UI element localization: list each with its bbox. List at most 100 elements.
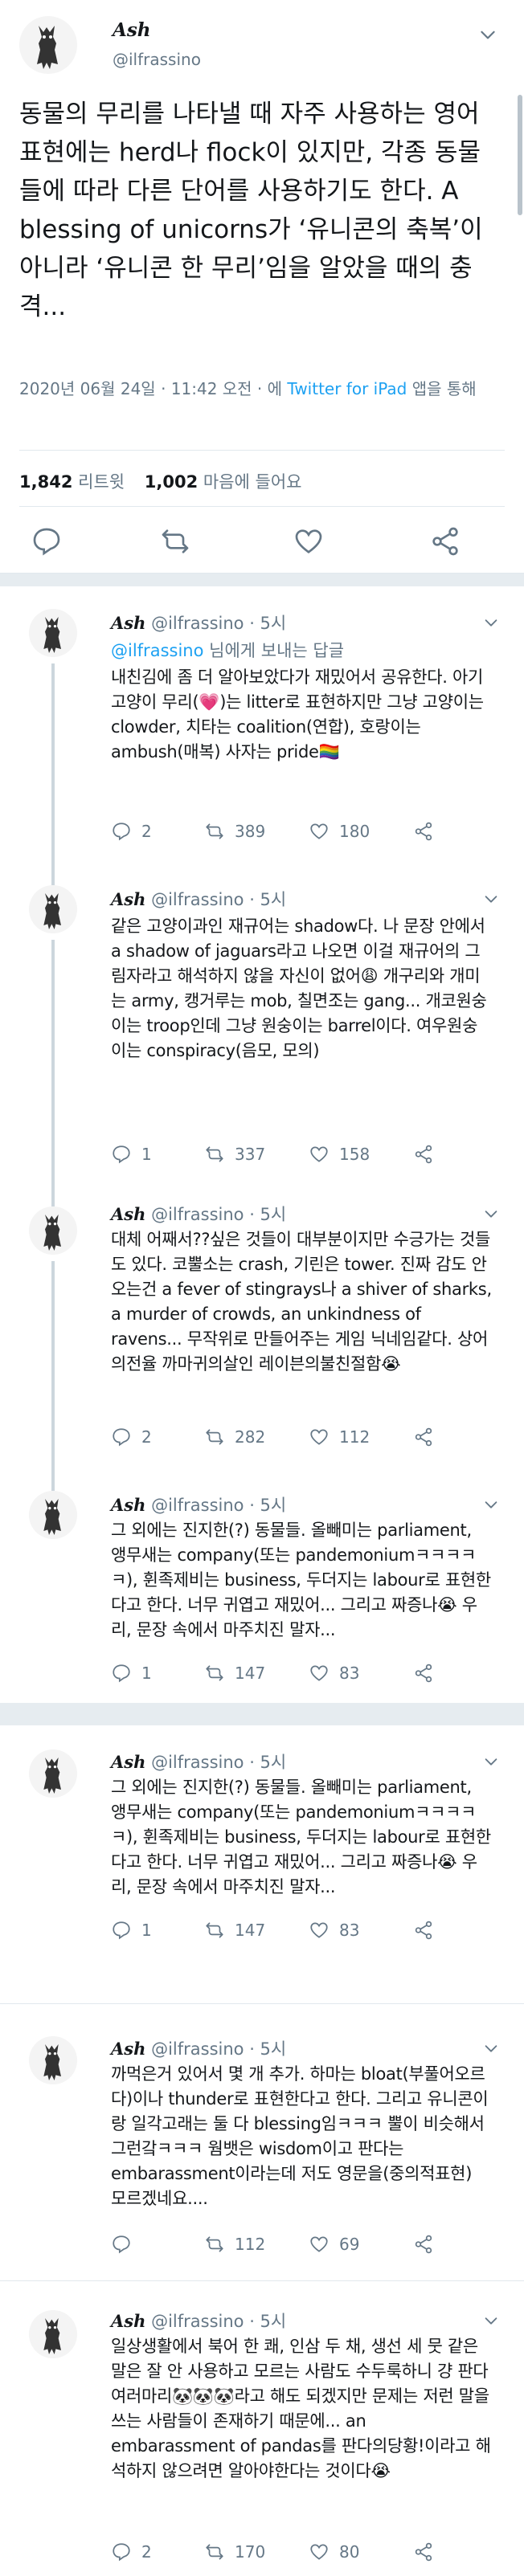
- reply-count: 2: [141, 2542, 152, 2562]
- like-button[interactable]: 158: [309, 1141, 370, 1168]
- author-handle[interactable]: @ilfrassino: [113, 50, 201, 69]
- avatar[interactable]: [29, 1749, 77, 1798]
- author-handle[interactable]: @ilfrassino · 5시: [151, 890, 286, 909]
- reply-tweet[interactable]: Ash @ilfrassino · 5시 그 외에는 진지한(?) 동물들. 올…: [0, 1468, 524, 1703]
- avatar[interactable]: [19, 16, 77, 74]
- retweet-button[interactable]: 389: [204, 818, 265, 845]
- likes-label[interactable]: 마음에 들어요: [203, 472, 302, 492]
- share-button[interactable]: [413, 2231, 444, 2258]
- retweet-button[interactable]: 170: [204, 2538, 265, 2566]
- reply-actions: 1 147 83: [111, 1659, 473, 1687]
- reply-tweet[interactable]: Ash @ilfrassino · 5시 @ilfrassino 님에게 보내는…: [0, 586, 524, 863]
- retweets-count[interactable]: 1,842: [19, 472, 72, 492]
- author-name[interactable]: Ash: [111, 613, 145, 633]
- reply-icon[interactable]: [31, 525, 63, 557]
- author-handle[interactable]: @ilfrassino · 5시: [151, 1205, 286, 1224]
- retweet-button[interactable]: 282: [204, 1423, 265, 1451]
- reply-button[interactable]: 1: [111, 1659, 152, 1687]
- reply-icon: [113, 1921, 130, 1940]
- author-name[interactable]: Ash: [111, 889, 145, 909]
- reply-header: Ash @ilfrassino · 5시: [111, 1749, 286, 1774]
- reply-icon: [113, 2235, 130, 2254]
- reply-button[interactable]: 2: [111, 2538, 152, 2566]
- retweet-button[interactable]: 337: [204, 1141, 265, 1168]
- author-handle[interactable]: @ilfrassino · 5시: [151, 1753, 286, 1772]
- share-button[interactable]: [413, 1659, 444, 1687]
- chevron-down-icon[interactable]: [482, 2312, 500, 2329]
- like-button[interactable]: 83: [309, 1917, 359, 1944]
- reply-button[interactable]: 2: [111, 1423, 152, 1451]
- reply-tweet[interactable]: Ash @ilfrassino · 5시 같은 고양이과인 재규어는 shado…: [0, 863, 524, 1184]
- retweet-icon: [206, 823, 223, 839]
- main-tweet-header: Ash @ilfrassino: [19, 16, 501, 80]
- reply-count: 1: [141, 1664, 152, 1683]
- reply-tweet[interactable]: Ash @ilfrassino · 5시 까먹은거 있어서 몇 개 추가. 하마…: [0, 2004, 524, 2280]
- tweet-meta: 2020년 06월 24일 · 11:42 오전 · 에 Twitter for…: [19, 376, 501, 402]
- author-name[interactable]: Ash: [111, 1752, 145, 1772]
- chevron-down-icon[interactable]: [482, 2039, 500, 2057]
- chevron-down-icon[interactable]: [477, 24, 498, 45]
- chevron-down-icon[interactable]: [482, 1205, 500, 1223]
- author-name[interactable]: Ash: [113, 19, 151, 41]
- share-button[interactable]: [413, 818, 444, 845]
- chevron-down-icon[interactable]: [482, 1753, 500, 1770]
- author-handle[interactable]: @ilfrassino · 5시: [151, 2039, 286, 2059]
- retweets-label[interactable]: 리트윗: [78, 472, 125, 492]
- reply-tweet[interactable]: Ash @ilfrassino · 5시 그 외에는 진지한(?) 동물들. 올…: [0, 1725, 524, 2003]
- chevron-down-icon[interactable]: [482, 890, 500, 908]
- share-icon[interactable]: [429, 525, 461, 557]
- like-button[interactable]: 80: [309, 2538, 359, 2566]
- author-name[interactable]: Ash: [111, 1204, 145, 1224]
- avatar[interactable]: [29, 2036, 77, 2084]
- mention-link[interactable]: @ilfrassino: [111, 641, 203, 660]
- author-name[interactable]: Ash: [111, 2311, 145, 2331]
- retweet-count: 337: [235, 1145, 266, 1164]
- reply-button[interactable]: 2: [111, 818, 152, 845]
- thread-line: [51, 1468, 55, 1491]
- share-button[interactable]: [413, 2538, 444, 2566]
- like-button[interactable]: 180: [309, 818, 370, 845]
- chevron-down-icon[interactable]: [482, 1496, 500, 1513]
- like-button[interactable]: 69: [309, 2231, 359, 2258]
- author-name[interactable]: Ash: [111, 1495, 145, 1515]
- likes-count[interactable]: 1,002: [145, 472, 198, 492]
- like-count: 83: [339, 1921, 360, 1940]
- share-button[interactable]: [413, 1917, 444, 1944]
- like-icon[interactable]: [293, 525, 325, 557]
- tweet-timestamp[interactable]: 2020년 06월 24일 · 11:42 오전 · 에: [19, 379, 282, 398]
- retweet-icon: [206, 1922, 223, 1938]
- author-handle[interactable]: @ilfrassino · 5시: [151, 2312, 286, 2331]
- avatar[interactable]: [29, 609, 77, 657]
- like-count: 83: [339, 1664, 360, 1683]
- retweet-icon[interactable]: [159, 525, 191, 557]
- share-button[interactable]: [413, 1141, 444, 1168]
- author-handle[interactable]: @ilfrassino · 5시: [151, 614, 286, 633]
- reply-tweet[interactable]: Ash @ilfrassino · 5시 일상생활에서 북어 한 쾌, 인삼 두…: [0, 2281, 524, 2576]
- share-button[interactable]: [413, 1423, 444, 1451]
- replies-card: Ash @ilfrassino · 5시 그 외에는 진지한(?) 동물들. 올…: [0, 1725, 524, 2576]
- share-icon: [415, 822, 432, 841]
- author-name[interactable]: Ash: [111, 2039, 145, 2059]
- like-button[interactable]: 112: [309, 1423, 370, 1451]
- via-app-link[interactable]: Twitter for iPad: [287, 379, 407, 398]
- avatar[interactable]: [29, 2310, 77, 2358]
- scrollbar[interactable]: [518, 95, 522, 215]
- divider: [19, 450, 505, 451]
- avatar[interactable]: [29, 1491, 77, 1539]
- tweet-actions: [19, 525, 485, 557]
- avatar[interactable]: [29, 885, 77, 933]
- retweet-button[interactable]: 147: [204, 1917, 265, 1944]
- author-handle[interactable]: @ilfrassino · 5시: [151, 1496, 286, 1515]
- reply-icon: [113, 1664, 130, 1683]
- reply-button[interactable]: [111, 2231, 141, 2258]
- share-icon: [415, 2542, 432, 2562]
- avatar[interactable]: [29, 1206, 77, 1255]
- chevron-down-icon[interactable]: [482, 614, 500, 631]
- reply-text: 내친김에 좀 더 알아보았다가 재밌어서 공유한다. 아기고양이 무리(💗)는 …: [111, 667, 484, 761]
- like-button[interactable]: 83: [309, 1659, 359, 1687]
- retweet-button[interactable]: 147: [204, 1659, 265, 1687]
- reply-button[interactable]: 1: [111, 1917, 152, 1944]
- reply-button[interactable]: 1: [111, 1141, 152, 1168]
- reply-tweet[interactable]: Ash @ilfrassino · 5시 대체 어째서??싶은 것들이 대부분이…: [0, 1184, 524, 1468]
- retweet-button[interactable]: 112: [204, 2231, 265, 2258]
